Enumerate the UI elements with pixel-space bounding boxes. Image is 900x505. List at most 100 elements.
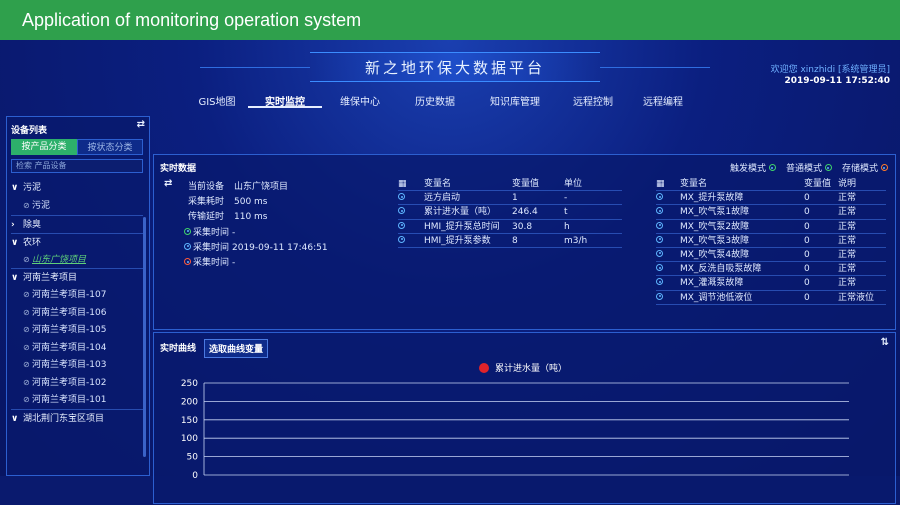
- swap-icon[interactable]: ⇄: [137, 119, 145, 130]
- tree-group[interactable]: ∨ 农环: [11, 232, 143, 252]
- table-cell: 正常: [838, 235, 857, 246]
- tree-leaf[interactable]: ⊘ 河南兰考项目-101: [11, 391, 143, 409]
- row-select-radio-icon[interactable]: [656, 221, 663, 229]
- welcome-user[interactable]: 欢迎您 xinzhidi [系统管理员]: [771, 62, 890, 75]
- table-row[interactable]: HMI_提升泵参数 8 m3/h: [398, 234, 622, 248]
- info-key: 采集时间: [193, 227, 230, 238]
- info-row: 采集时间 -: [184, 255, 235, 268]
- table-row[interactable]: MX_吹气泵3故障 0 正常: [656, 234, 886, 248]
- tree-leaf[interactable]: ⊘ 河南兰考项目-105: [11, 321, 143, 339]
- status-dot-icon: [184, 227, 191, 235]
- table-cell: 正常: [838, 193, 857, 204]
- normal-mode-button[interactable]: 普通模式: [786, 161, 832, 174]
- table-row[interactable]: MX_吹气泵1故障 0 正常: [656, 205, 886, 220]
- table-cell: 0: [804, 264, 810, 275]
- realtime-curve-chart: 0 50 100 150 200 250: [181, 379, 849, 481]
- table-cell: 0: [804, 193, 810, 204]
- tab-by-product[interactable]: 按产品分类: [11, 139, 77, 155]
- tree-group[interactable]: › 除臭: [11, 214, 143, 234]
- tree-group[interactable]: ∨ 河南兰考项目: [11, 268, 143, 286]
- table-cell: 正常: [838, 249, 857, 260]
- trigger-mode-button[interactable]: 触发模式: [730, 161, 776, 174]
- tree-leaf[interactable]: ⊘ 山东广饶项目: [11, 251, 143, 269]
- swap-icon[interactable]: ⇄: [164, 178, 172, 189]
- nav-remote-control[interactable]: 远程控制: [558, 90, 628, 108]
- row-select-radio-icon[interactable]: [656, 235, 663, 243]
- tree-leaf[interactable]: ⊘ 污泥: [11, 197, 143, 215]
- tree-item-label: 农环: [23, 237, 42, 248]
- info-row: 采集时间 -: [184, 225, 235, 238]
- grid-icon[interactable]: ▦: [656, 177, 680, 190]
- tree-group[interactable]: ∨ 湖北荆门东宝区项目: [11, 408, 143, 428]
- nav-history-data[interactable]: 历史数据: [398, 90, 472, 108]
- nav-remote-programming[interactable]: 远程编程: [628, 90, 698, 108]
- device-tree-scrollbar[interactable]: [143, 217, 146, 457]
- tab-by-status[interactable]: 按状态分类: [77, 139, 143, 155]
- table-row[interactable]: 远方启动 1 -: [398, 191, 622, 206]
- row-select-radio-icon[interactable]: [398, 221, 405, 229]
- y-tick-label: 250: [181, 379, 198, 389]
- table-cell: 0: [804, 278, 810, 289]
- table-row[interactable]: 累计进水量（吨） 246.4 t: [398, 205, 622, 220]
- table-row[interactable]: MX_吹气泵4故障 0 正常: [656, 248, 886, 263]
- chevron-down-icon[interactable]: ∨: [11, 179, 23, 197]
- info-value: 500 ms: [234, 197, 268, 208]
- table-row[interactable]: MX_提升泵故障 0 正常: [656, 191, 886, 206]
- tree-leaf[interactable]: ⊘ 河南兰考项目-104: [11, 339, 143, 357]
- row-select-radio-icon[interactable]: [656, 207, 663, 215]
- tree-item-label: 山东广饶项目: [32, 254, 87, 265]
- row-select-radio-icon[interactable]: [398, 193, 405, 201]
- info-key: 传输延时: [187, 212, 224, 223]
- normal-mode-radio-icon: [824, 164, 832, 171]
- column-header: 变量值: [804, 179, 832, 189]
- nav-realtime-monitor[interactable]: 实时监控: [248, 90, 322, 108]
- chevron-down-icon[interactable]: ∨: [11, 234, 23, 252]
- table-row[interactable]: HMI_提升泵总时间 30.8 h: [398, 220, 622, 234]
- table-row[interactable]: MX_反洗自吸泵故障 0 正常: [656, 262, 886, 277]
- table-cell: HMI_提升泵总时间: [424, 221, 500, 232]
- tree-leaf[interactable]: ⊘ 河南兰考项目-103: [11, 356, 143, 374]
- realtime-curve-panel: 实时曲线 选取曲线变量 ⇅ 累计进水量（吨） 0 50 100 150 200 250: [153, 332, 896, 504]
- chevron-right-icon[interactable]: ›: [11, 216, 23, 234]
- y-tick-label: 50: [187, 453, 199, 463]
- row-select-radio-icon[interactable]: [398, 207, 405, 215]
- device-icon: ⊘: [23, 201, 30, 210]
- device-icon: ⊘: [23, 360, 30, 369]
- table-cell: 0: [804, 292, 810, 303]
- row-select-radio-icon[interactable]: [656, 249, 663, 257]
- table-row[interactable]: MX_灌溉泵故障 0 正常: [656, 276, 886, 291]
- info-row: 当前设备 山东广饶项目: [184, 179, 288, 192]
- row-select-radio-icon[interactable]: [656, 278, 663, 286]
- storage-mode-button[interactable]: 存储模式: [842, 161, 888, 174]
- tree-leaf[interactable]: ⊘ 河南兰考项目-106: [11, 304, 143, 322]
- info-value: -: [232, 258, 236, 268]
- tree-item-label: 除臭: [23, 219, 42, 230]
- chevron-down-icon[interactable]: ∨: [11, 410, 23, 428]
- nav-maintenance-center[interactable]: 维保中心: [322, 90, 398, 108]
- table-cell: 正常: [838, 221, 857, 232]
- device-icon: ⊘: [23, 395, 30, 404]
- tree-leaf[interactable]: ⊘ 河南兰考项目-107: [11, 286, 143, 304]
- row-select-radio-icon[interactable]: [656, 193, 663, 201]
- table-row[interactable]: MX_吹气泵2故障 0 正常: [656, 220, 886, 234]
- table-cell: m3/h: [564, 235, 588, 246]
- device-search-input[interactable]: 检索 产品设备: [11, 159, 143, 173]
- row-select-radio-icon[interactable]: [656, 292, 663, 300]
- row-select-radio-icon[interactable]: [398, 235, 405, 243]
- tree-leaf[interactable]: ⊘ 河南兰考项目-102: [11, 374, 143, 392]
- nav-knowledge-base[interactable]: 知识库管理: [472, 90, 558, 108]
- info-key: 采集耗时: [187, 197, 224, 208]
- tree-group[interactable]: ∨ 污泥: [11, 179, 143, 197]
- nav-gis-map[interactable]: GIS地图: [186, 90, 248, 108]
- device-list-panel: 设备列表 ⇄ 按产品分类 按状态分类 检索 产品设备 ∨ 污泥 ⊘ 污泥 › 除臭 ∨ 农环 ⊘…: [6, 116, 150, 476]
- device-icon: ⊘: [23, 290, 30, 299]
- column-header: 变量名: [424, 179, 452, 189]
- table-cell: 正常: [838, 207, 857, 218]
- chevron-down-icon[interactable]: ∨: [11, 269, 23, 287]
- row-select-radio-icon[interactable]: [656, 264, 663, 272]
- table-row[interactable]: MX_调节池低液位 0 正常液位: [656, 291, 886, 305]
- status-dot-icon: [184, 242, 191, 250]
- table-cell: MX_灌溉泵故障: [680, 278, 744, 289]
- table-cell: 正常液位: [838, 292, 875, 303]
- grid-icon[interactable]: ▦: [398, 177, 424, 190]
